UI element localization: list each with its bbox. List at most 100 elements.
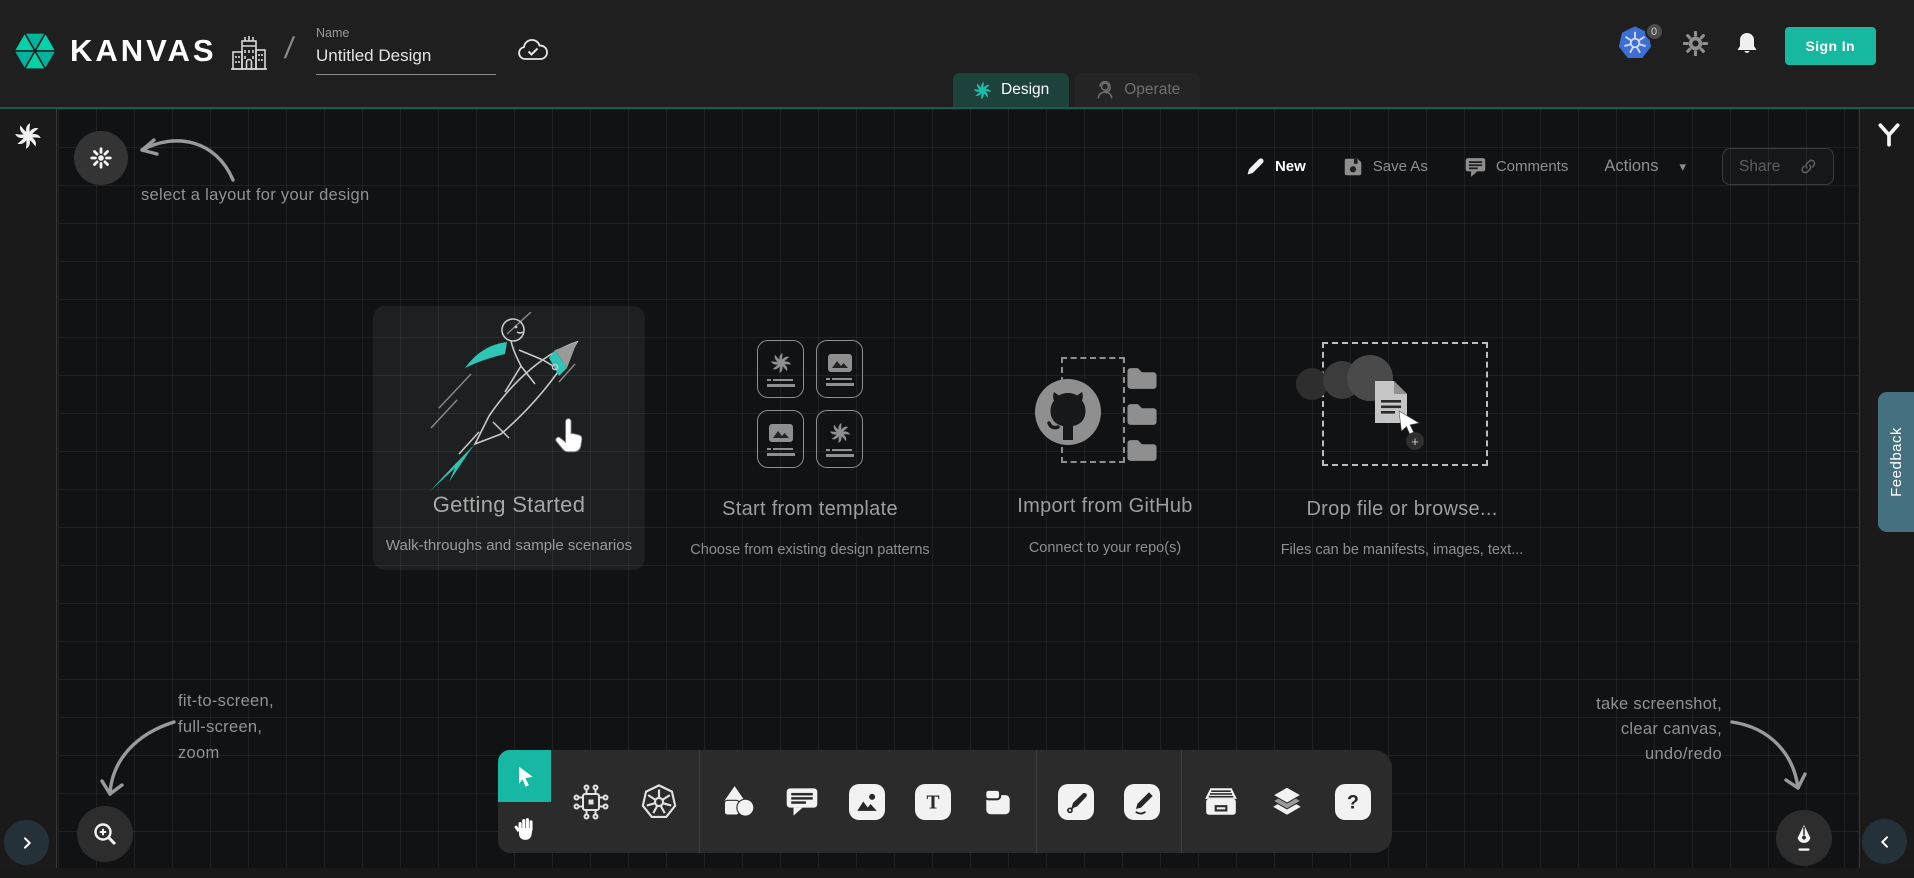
layout-button[interactable] — [74, 131, 128, 185]
tab-design[interactable]: Design — [953, 73, 1069, 107]
pan-hand-icon — [513, 815, 537, 841]
github-title: Import from GitHub — [960, 495, 1250, 518]
share-label: Share — [1739, 158, 1780, 176]
pointer-tools — [498, 750, 551, 853]
screenshot-hint-text: take screenshot, clear canvas, undo/redo — [1596, 692, 1722, 767]
template-tiles — [757, 340, 863, 468]
getting-started-title: Getting Started — [373, 492, 645, 518]
layout-asterisk-icon — [88, 145, 114, 171]
note-tool[interactable] — [981, 786, 1015, 818]
zoom-controls-button[interactable] — [77, 806, 133, 862]
folder-icon — [1125, 365, 1159, 392]
cloud-saved-icon — [517, 38, 549, 68]
drop-subtitle: Files can be manifests, images, text... — [1262, 542, 1542, 558]
layout-hint-text: select a layout for your design — [141, 186, 370, 205]
whiteboard-actions-button[interactable] — [1776, 810, 1832, 866]
feedback-label: Feedback — [1888, 427, 1905, 497]
dock-panel: T — [551, 750, 1392, 853]
select-tool-button[interactable] — [498, 750, 551, 802]
header-divider — [0, 107, 1914, 109]
tab-operate[interactable]: Operate — [1075, 73, 1200, 107]
chevron-right-icon — [19, 835, 35, 851]
settings-gear-icon[interactable] — [1682, 30, 1709, 62]
expand-right-panel-button[interactable] — [1862, 819, 1907, 864]
zoom-hint-text: fit-to-screen, full-screen, zoom — [178, 688, 274, 766]
getting-started-subtitle: Walk-throughs and sample scenarios — [373, 537, 645, 554]
template-subtitle: Choose from existing design patterns — [660, 542, 960, 558]
zoom-hint-arrow — [96, 714, 184, 806]
share-link-icon — [1800, 157, 1817, 176]
chevron-left-icon — [1877, 834, 1893, 850]
kubernetes-context-button[interactable]: 0 — [1616, 24, 1656, 68]
hand-cursor-icon — [551, 418, 587, 454]
design-name-field: Name — [316, 26, 496, 75]
caret-down-icon: ▾ — [1679, 159, 1686, 175]
start-from-template-card[interactable]: Start from template Choose from existing… — [660, 338, 960, 573]
comments-button[interactable]: Comments — [1464, 156, 1569, 178]
kanvas-app: KANVAS / Name — [0, 0, 1914, 878]
brand-name: KANVAS — [70, 33, 217, 69]
actions-dropdown[interactable]: Actions ▾ — [1604, 157, 1686, 176]
feedback-tab[interactable]: Feedback — [1878, 392, 1914, 532]
bottom-strip — [0, 868, 1914, 878]
pencil-new-icon — [1245, 156, 1266, 177]
template-tile — [816, 410, 863, 468]
github-subtitle: Connect to your repo(s) — [960, 540, 1250, 556]
github-octocat-icon — [1034, 378, 1102, 446]
design-name-input[interactable] — [316, 44, 496, 75]
kubernetes-tool[interactable] — [640, 783, 678, 821]
drop-title: Drop file or browse... — [1262, 498, 1542, 521]
tab-operate-label: Operate — [1124, 81, 1180, 99]
image-tool[interactable] — [849, 784, 885, 820]
pan-tool-button[interactable] — [498, 802, 551, 853]
pen-nib-icon — [1789, 822, 1819, 854]
mode-tabs: Design Operate — [953, 73, 1200, 107]
notifications-bell-icon[interactable] — [1735, 31, 1759, 62]
save-floppy-icon — [1342, 156, 1364, 178]
template-tile — [757, 340, 804, 398]
brand-logo[interactable]: KANVAS — [12, 28, 217, 74]
name-label: Name — [316, 26, 496, 40]
integrations-tool[interactable] — [572, 783, 610, 821]
actions-label: Actions — [1604, 157, 1658, 176]
kubernetes-count-badge: 0 — [1645, 22, 1664, 41]
shapes-tool[interactable] — [721, 785, 755, 819]
spiral-icon — [770, 352, 792, 374]
design-spiral-icon — [973, 81, 992, 100]
drop-file-card[interactable]: + Drop file or browse... Files can be ma… — [1262, 340, 1542, 572]
import-from-github-card[interactable]: Import from GitHub Connect to your repo(… — [960, 345, 1250, 575]
save-as-button[interactable]: Save As — [1342, 156, 1428, 178]
text-tool[interactable]: T — [915, 784, 951, 820]
getting-started-card[interactable]: Getting Started Walk-throughs and sample… — [373, 306, 645, 570]
share-button[interactable]: Share — [1722, 148, 1834, 185]
tool-dock: T — [498, 750, 1392, 853]
drawer-tool[interactable] — [1203, 786, 1239, 818]
new-button[interactable]: New — [1245, 156, 1306, 177]
template-title: Start from template — [660, 498, 960, 521]
pencil-tool[interactable] — [1124, 784, 1160, 820]
merge-y-icon[interactable] — [1876, 122, 1902, 148]
comments-label: Comments — [1496, 158, 1569, 175]
organization-icon[interactable] — [230, 34, 268, 79]
meshery-spiral-icon[interactable] — [14, 122, 42, 150]
expand-left-panel-button[interactable] — [4, 820, 49, 865]
comment-tool[interactable] — [785, 786, 819, 818]
left-sidebar — [0, 109, 57, 868]
template-tile — [757, 410, 804, 468]
layers-tool[interactable] — [1269, 785, 1305, 819]
operate-headset-icon — [1095, 80, 1115, 100]
svg-text:T: T — [926, 792, 939, 813]
layout-hint-arrow — [128, 118, 243, 190]
new-label: New — [1275, 158, 1306, 175]
spiral-icon — [829, 422, 851, 444]
sign-in-button[interactable]: Sign In — [1785, 27, 1876, 65]
help-tool[interactable]: ? — [1335, 784, 1371, 820]
comments-icon — [1464, 156, 1487, 178]
svg-text:?: ? — [1347, 791, 1359, 813]
folder-icon — [1125, 401, 1159, 428]
pen-tool[interactable] — [1058, 784, 1094, 820]
header-right-cluster: 0 — [1616, 24, 1876, 68]
tab-design-label: Design — [1001, 81, 1049, 99]
save-as-label: Save As — [1373, 158, 1428, 175]
template-tile — [816, 340, 863, 398]
